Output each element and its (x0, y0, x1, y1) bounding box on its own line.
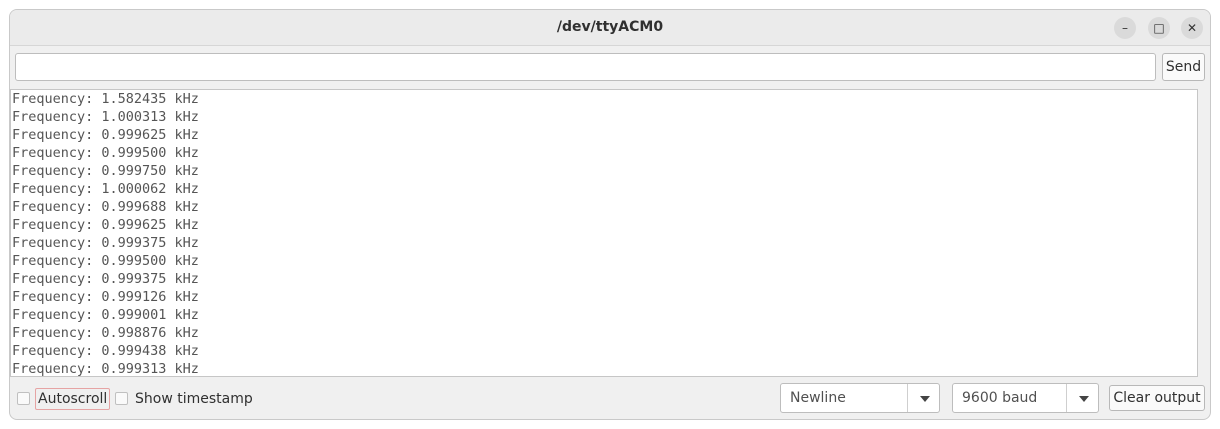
output-line: Frequency: 0.999375 kHz (12, 271, 199, 287)
autoscroll-label[interactable]: Autoscroll (35, 388, 111, 410)
line-ending-select[interactable]: Newline (780, 383, 940, 413)
output-line: Frequency: 0.999688 kHz (12, 199, 199, 215)
output-line: Frequency: 0.999001 kHz (12, 307, 199, 323)
minimize-button[interactable]: – (1114, 17, 1136, 39)
timestamp-label[interactable]: Show timestamp (135, 390, 253, 408)
combo-divider (907, 384, 908, 412)
output-line: Frequency: 0.999438 kHz (12, 343, 199, 359)
send-button[interactable]: Send (1162, 53, 1205, 81)
output-line: Frequency: 0.998876 kHz (12, 325, 199, 341)
baud-rate-value: 9600 baud (962, 390, 1038, 406)
output-line: Frequency: 0.999625 kHz (12, 217, 199, 233)
footer-bar: Autoscroll Show timestamp Newline 9600 b… (10, 381, 1210, 419)
chevron-down-icon (920, 396, 930, 402)
output-lines: Frequency: 1.582435 kHz Frequency: 1.0003… (12, 90, 199, 377)
output-line: Frequency: 1.000313 kHz (12, 109, 199, 125)
timestamp-checkbox[interactable] (115, 392, 128, 405)
close-button[interactable]: ✕ (1181, 17, 1203, 39)
output-line: Frequency: 1.582435 kHz (12, 91, 199, 107)
chevron-down-icon (1079, 396, 1089, 402)
output-line: Frequency: 0.999375 kHz (12, 235, 199, 251)
output-line: Frequency: 0.999625 kHz (12, 127, 199, 143)
serial-output[interactable]: Frequency: 1.582435 kHz Frequency: 1.0003… (10, 89, 1198, 377)
output-line: Frequency: 0.999750 kHz (12, 163, 199, 179)
output-line: Frequency: 0.999500 kHz (12, 253, 199, 269)
title-bar: /dev/ttyACM0 – □ ✕ (10, 10, 1210, 46)
autoscroll-checkbox[interactable] (17, 392, 30, 405)
output-line: Frequency: 0.999313 kHz (12, 361, 199, 377)
output-line: Frequency: 0.999500 kHz (12, 145, 199, 161)
window-title: /dev/ttyACM0 (556, 19, 664, 35)
baud-rate-select[interactable]: 9600 baud (952, 383, 1099, 413)
serial-monitor-window: /dev/ttyACM0 – □ ✕ Send Frequency: 1.582… (9, 9, 1211, 420)
output-line: Frequency: 1.000062 kHz (12, 181, 199, 197)
line-ending-value: Newline (790, 390, 846, 406)
combo-divider (1066, 384, 1067, 412)
clear-output-button[interactable]: Clear output (1109, 385, 1205, 411)
send-input[interactable] (15, 53, 1156, 81)
maximize-button[interactable]: □ (1148, 17, 1170, 39)
output-line: Frequency: 0.999126 kHz (12, 289, 199, 305)
